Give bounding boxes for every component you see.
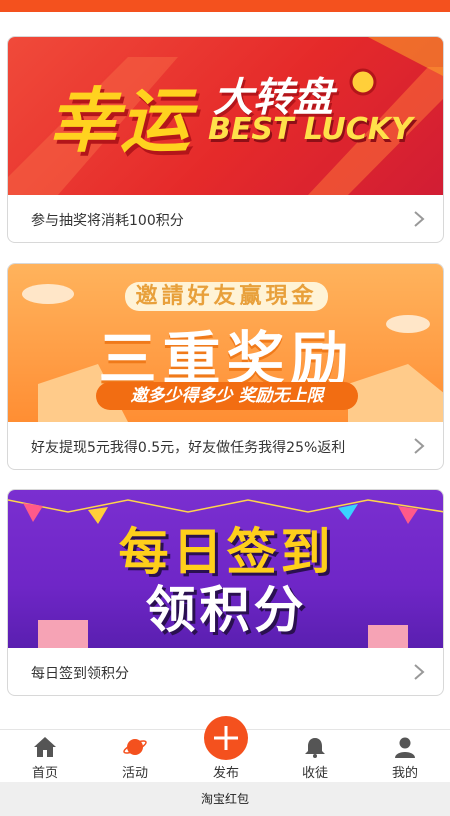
publish-button[interactable]: [204, 716, 248, 760]
user-icon: [395, 737, 415, 758]
chevron-right-icon: [414, 211, 425, 227]
card-description: 好友提现5元我得0.5元，好友做任务我得25%返利: [31, 440, 346, 456]
nav-item-mine[interactable]: 我的: [360, 730, 450, 783]
lucky-wheel-card[interactable]: 幸运 大转盘 BEST LUCKY 参与抽奖将消耗100积分: [7, 36, 444, 243]
footer-title: 淘宝红包: [0, 782, 450, 816]
nav-label-mine: 我的: [391, 766, 418, 781]
card-description: 每日签到领积分: [31, 666, 129, 682]
planet-icon: [123, 739, 147, 755]
nav-label-activity: 活动: [121, 766, 148, 781]
daily-checkin-card[interactable]: 每日签到 领积分 每日签到领积分: [7, 489, 444, 696]
nav-label-apprentice: 收徒: [301, 766, 328, 781]
banner-subtitle: 邀請好友赢現金: [8, 278, 443, 311]
nav-item-home[interactable]: 首页: [0, 730, 90, 783]
lucky-wheel-banner[interactable]: 幸运 大转盘 BEST LUCKY: [8, 37, 443, 195]
chevron-right-icon: [414, 438, 425, 454]
nav-label-publish: 发布: [212, 766, 239, 781]
card-footer[interactable]: 参与抽奖将消耗100积分: [8, 195, 443, 242]
daily-checkin-banner[interactable]: 每日签到 领积分: [8, 490, 443, 648]
nav-item-activity[interactable]: 活动: [90, 730, 180, 783]
nav-item-apprentice[interactable]: 收徒: [270, 730, 360, 783]
card-footer[interactable]: 每日签到领积分: [8, 648, 443, 695]
invite-friends-card[interactable]: 邀請好友赢現金 三重奖励 邀多少得多少 奖励无上限 好友提现5元我得0.5元，好…: [7, 263, 444, 470]
invite-friends-banner[interactable]: 邀請好友赢現金 三重奖励 邀多少得多少 奖励无上限: [8, 264, 443, 422]
card-footer[interactable]: 好友提现5元我得0.5元，好友做任务我得25%返利: [8, 422, 443, 469]
chevron-right-icon: [414, 664, 425, 680]
card-description: 参与抽奖将消耗100积分: [31, 213, 184, 229]
banner-slogan: 邀多少得多少 奖励无上限: [96, 382, 358, 410]
nav-label-home: 首页: [31, 766, 58, 781]
banner-title-secondary: 领积分: [145, 581, 308, 639]
banner-title-english: BEST LUCKY: [208, 112, 413, 147]
banner-title-main: 幸运: [48, 80, 192, 162]
home-icon: [34, 737, 56, 757]
bell-icon: [305, 738, 325, 758]
plus-icon: [214, 726, 238, 750]
top-accent-bar: [0, 0, 450, 12]
